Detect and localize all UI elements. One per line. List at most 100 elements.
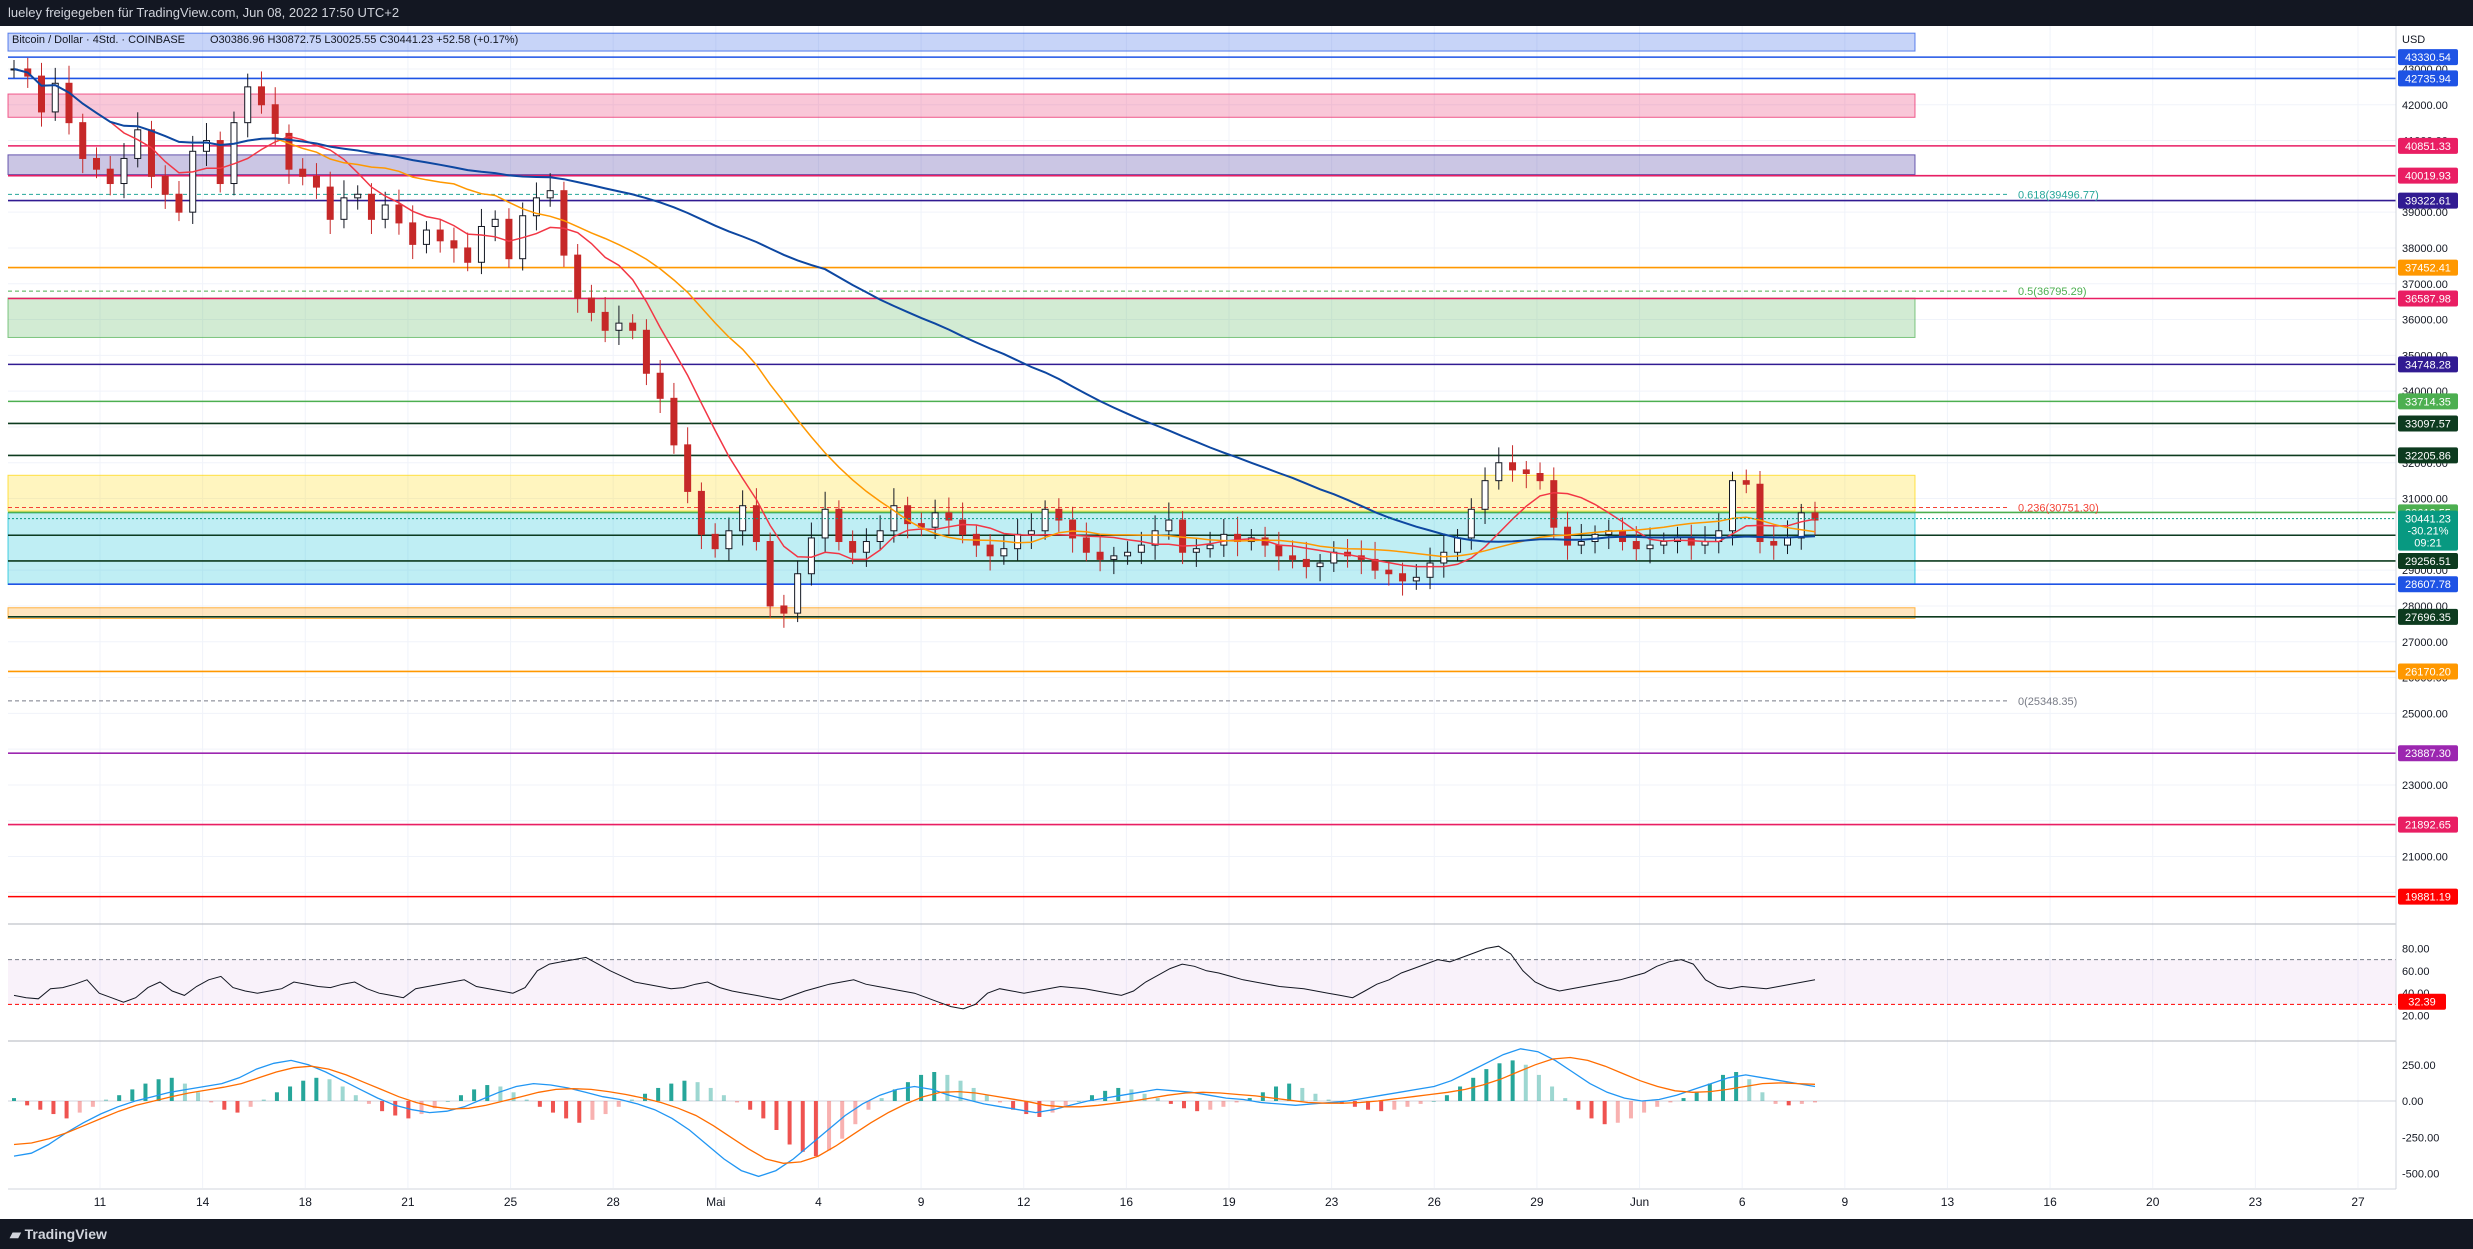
macd-histogram-bar [1550,1086,1555,1101]
candle-body [312,175,320,188]
candle-body [1646,544,1654,550]
candle-body [505,218,513,260]
candle-body [642,329,650,374]
macd-histogram-bar [813,1101,818,1157]
time-tick-label: 6 [1739,1195,1746,1209]
macd-histogram-bar [340,1086,345,1101]
candle-body [629,322,637,331]
candle-body [271,104,279,134]
time-tick-label: 11 [94,1195,107,1209]
macd-histogram-bar [1747,1079,1752,1101]
macd-histogram-bar [485,1085,490,1101]
candle-body [367,193,375,220]
candle-body [1454,537,1462,553]
macd-histogram-bar [853,1101,858,1125]
macd-histogram-bar [1195,1101,1200,1112]
candle-body [189,150,197,213]
macd-histogram-bar [156,1079,161,1101]
chart-canvas[interactable]: 0.618(39496.77) 0.5(36795.29) 0.236(30751.… [0,26,2473,1219]
tradingview-logo[interactable]: ▰ TradingView [10,1219,107,1249]
candle-body [230,122,238,185]
macd-histogram-bar [590,1101,595,1120]
macd-histogram-bar [1602,1101,1607,1125]
candle-body [1481,480,1489,510]
level-price-label: 33714.35 [2405,396,2451,408]
time-tick-label: 23 [2249,1195,2263,1209]
time-tick-label: 19 [1222,1195,1236,1209]
time-tick-label: 18 [299,1195,313,1209]
candle-body [1412,576,1420,582]
macd-histogram-bar [1352,1101,1357,1107]
macd-histogram-bar [1458,1086,1463,1101]
candle-body [766,541,774,607]
macd-histogram-bar [12,1098,16,1101]
candle-body [1509,462,1517,471]
candle-body [1756,483,1764,543]
macd-histogram-bar [1497,1063,1502,1101]
macd-histogram-bar [51,1101,56,1115]
candle-body [1096,551,1104,560]
level-price-label: 21892.65 [2405,820,2451,832]
macd-histogram-bar [130,1089,135,1101]
macd-histogram-bar [1523,1064,1528,1101]
candle-body [601,311,609,331]
candle-body [546,190,554,199]
candle-body [120,157,128,185]
candle-body [92,157,100,170]
candle-body [1137,544,1145,553]
time-tick-label: 16 [2043,1195,2057,1209]
ohlc-readout: O30386.96 H30872.75 L30025.55 C30441.23 … [210,34,518,46]
candle-body [1660,541,1668,546]
time-tick-label: Jun [1630,1195,1649,1209]
top-caption-bar: lueley freigegeben für TradingView.com, … [0,0,2473,26]
macd-histogram-bar [38,1101,43,1110]
fib-label: 0.618(39496.77) [2018,189,2099,201]
macd-histogram-bar [1287,1083,1292,1101]
current-price-change: -30.21% [2408,526,2449,538]
macd-histogram-bar [984,1095,989,1101]
macd-histogram-bar [879,1098,884,1101]
candle-body [1632,541,1640,550]
time-tick-label: 26 [1428,1195,1442,1209]
macd-histogram-bar [1181,1101,1186,1109]
macd-histogram-bar [380,1101,385,1112]
candle-body [1275,544,1283,557]
macd-histogram-bar [643,1093,648,1101]
macd-histogram-bar [971,1087,976,1101]
macd-tick-label: 250.00 [2402,1060,2436,1072]
candle-body [409,222,417,245]
macd-histogram-bar [656,1087,661,1101]
macd-histogram-bar [800,1101,805,1152]
candle-body [1041,508,1049,532]
time-tick-label: 29 [1530,1195,1544,1209]
level-price-label: 42735.94 [2405,73,2451,85]
macd-histogram-bar [196,1092,201,1101]
level-price-label: 40019.93 [2405,171,2451,183]
macd-histogram-bar [603,1101,608,1115]
macd-histogram-bar [629,1099,634,1101]
macd-histogram-bar [1813,1101,1817,1103]
candle-body [381,204,389,220]
candle-body [1495,462,1503,482]
time-tick-label: 9 [918,1195,925,1209]
time-tick-label: 14 [196,1195,210,1209]
fib-label: 0.5(36795.29) [2018,286,2087,298]
macd-histogram-bar [761,1101,766,1119]
macd-histogram-bar [458,1095,463,1101]
macd-histogram-bar [708,1087,713,1101]
macd-histogram-bar [1563,1098,1568,1101]
candle-body [794,573,802,614]
candle-body [1742,480,1750,485]
candle-body [1316,562,1324,568]
candle-body [1440,551,1448,564]
candle-body [37,75,45,113]
level-price-label: 33097.57 [2405,418,2451,430]
candle-body [711,533,719,550]
macd-histogram-bar [735,1101,740,1103]
macd-histogram-bar [1116,1087,1121,1101]
macd-histogram-bar [1168,1101,1173,1104]
candle-body [175,193,183,213]
macd-histogram-bar [25,1101,30,1106]
macd-histogram-bar [1799,1101,1804,1104]
macd-histogram-bar [905,1082,910,1101]
